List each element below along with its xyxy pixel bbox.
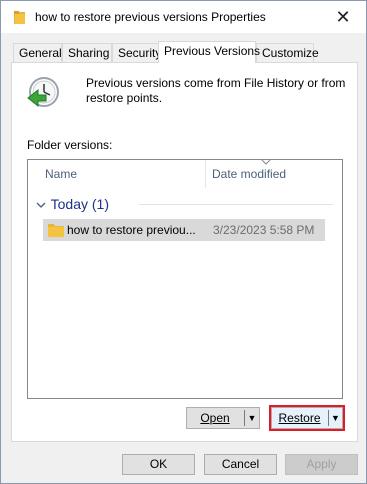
- folder-versions-label: Folder versions:: [27, 138, 113, 152]
- clock-restore-icon: [27, 77, 59, 108]
- sort-indicator-icon: [261, 159, 271, 165]
- restore-split-button: Restore ▼: [269, 405, 345, 431]
- folder-icon: [48, 224, 64, 237]
- tab-previous-versions[interactable]: Previous Versions: [158, 41, 260, 63]
- tab-general[interactable]: General: [13, 43, 62, 62]
- chevron-down-icon: ▼: [247, 413, 257, 423]
- tab-strip: General Sharing Security Previous Versio…: [11, 41, 356, 63]
- info-text: Previous versions come from File History…: [86, 76, 346, 105]
- close-icon: ✕: [335, 6, 351, 27]
- ok-button[interactable]: OK: [122, 454, 195, 475]
- properties-window: how to restore previous versions Propert…: [0, 0, 367, 484]
- restore-dropdown-button[interactable]: ▼: [329, 408, 342, 428]
- column-header-name[interactable]: Name: [28, 160, 206, 188]
- row-name: how to restore previou...: [67, 223, 196, 237]
- title-bar: how to restore previous versions Propert…: [1, 1, 366, 33]
- open-dropdown-button[interactable]: ▼: [245, 408, 259, 428]
- group-header-today[interactable]: Today (1): [35, 194, 335, 214]
- chevron-down-icon: [36, 202, 46, 209]
- folder-icon: [14, 11, 25, 24]
- cancel-button[interactable]: Cancel: [204, 454, 277, 475]
- open-split-button: Open ▼: [186, 407, 260, 429]
- group-label: Today (1): [50, 196, 109, 212]
- group-divider: [139, 204, 333, 205]
- window-title: how to restore previous versions Propert…: [35, 10, 266, 24]
- tab-customize[interactable]: Customize: [256, 43, 319, 62]
- close-button[interactable]: ✕: [320, 1, 366, 33]
- folder-versions-list[interactable]: Name Date modified Today (1) how to rest…: [27, 159, 343, 399]
- row-date-modified: 3/23/2023 5:58 PM: [213, 223, 315, 237]
- apply-button[interactable]: Apply: [285, 454, 358, 475]
- list-item[interactable]: how to restore previou... 3/23/2023 5:58…: [43, 219, 325, 241]
- chevron-down-icon: ▼: [331, 413, 340, 423]
- column-header-date-modified[interactable]: Date modified: [206, 160, 342, 188]
- previous-versions-panel: Previous versions come from File History…: [11, 62, 358, 442]
- open-button[interactable]: Open: [187, 408, 243, 428]
- tab-sharing[interactable]: Sharing: [62, 43, 112, 62]
- tab-security[interactable]: Security: [112, 43, 161, 62]
- restore-button[interactable]: Restore: [272, 408, 327, 428]
